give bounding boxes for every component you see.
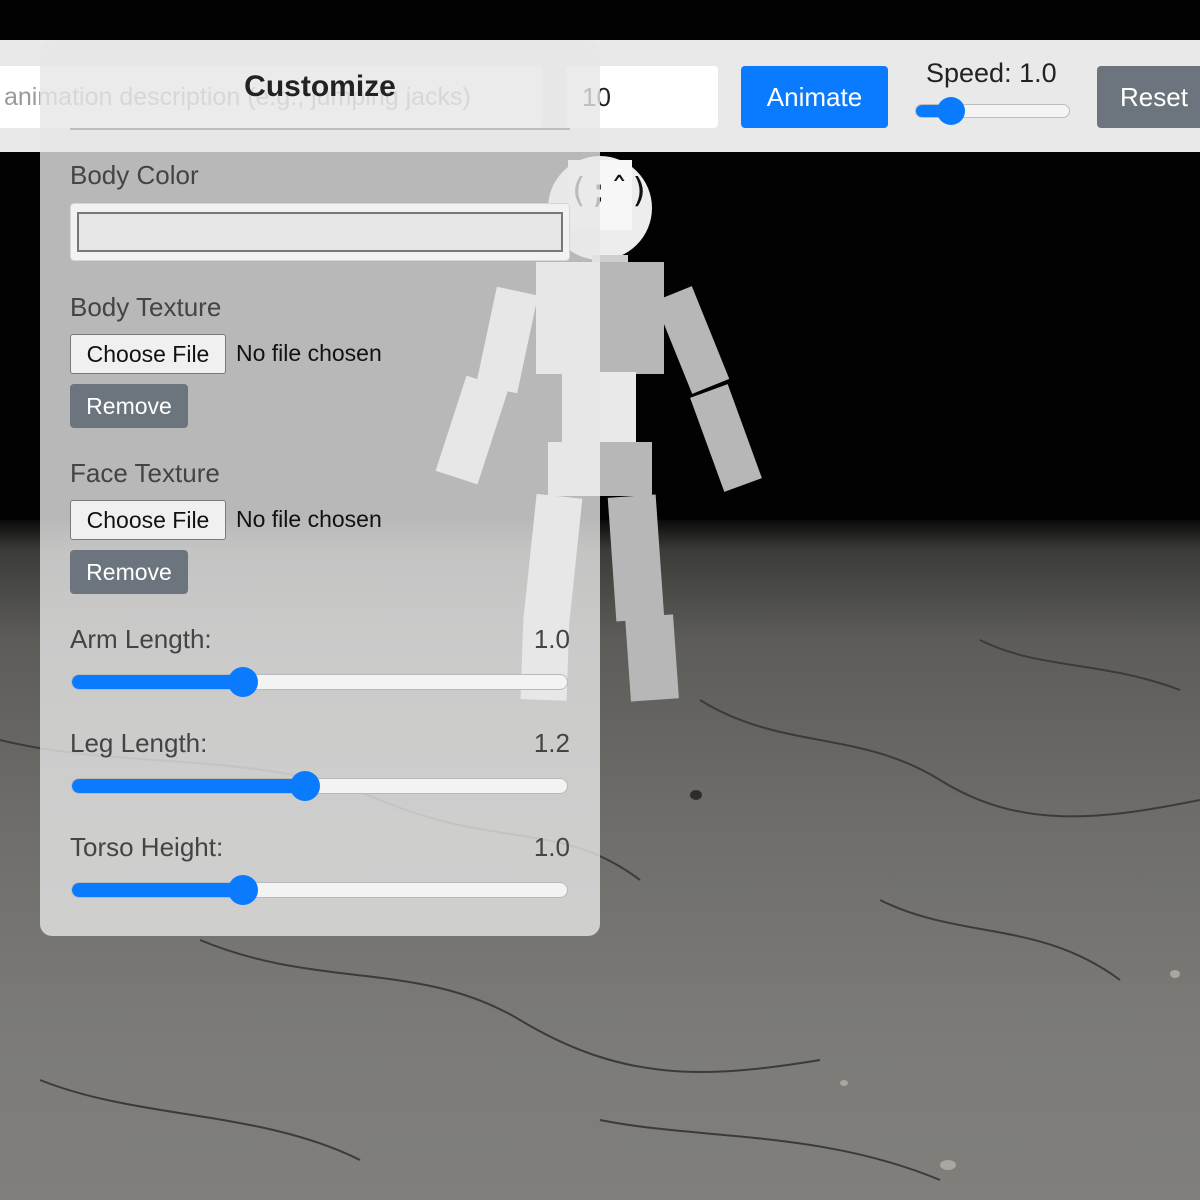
body-color-label: Body Color <box>70 160 199 190</box>
robot-right-thigh <box>607 494 665 622</box>
body-texture-file-status: No file chosen <box>236 340 382 366</box>
body-color-picker[interactable] <box>70 203 570 261</box>
title-divider <box>70 128 570 130</box>
arm-length-slider-fill <box>72 675 243 689</box>
leg-length-slider-fill <box>72 779 305 793</box>
leg-length-label: Leg Length: <box>70 728 208 758</box>
arm-length-value: 1.0 <box>533 624 570 654</box>
face-texture-label: Face Texture <box>70 458 220 488</box>
arm-length-label: Arm Length: <box>70 624 212 654</box>
torso-height-slider[interactable] <box>71 875 568 905</box>
robot-right-upper-arm <box>654 286 730 394</box>
speed-slider[interactable] <box>915 97 1070 125</box>
body-color-swatch <box>77 212 563 252</box>
torso-height-label: Torso Height: <box>70 832 224 862</box>
customize-panel: Customize Body Color Body Texture Choose… <box>40 40 600 936</box>
torso-height-value: 1.0 <box>533 832 570 862</box>
robot-hips-side <box>600 442 652 496</box>
torso-height-slider-fill <box>72 883 243 897</box>
leg-length-slider[interactable] <box>71 771 568 801</box>
panel-title: Customize <box>244 70 396 103</box>
animate-button[interactable]: Animate <box>741 66 888 128</box>
arm-length-slider[interactable] <box>71 667 568 697</box>
robot-right-shin <box>625 614 679 702</box>
robot-right-forearm <box>690 384 762 492</box>
speed-label: Speed: 1.0 <box>926 58 1057 88</box>
robot-chest-side <box>600 262 664 374</box>
leg-length-slider-thumb[interactable] <box>289 771 320 801</box>
body-texture-remove-button[interactable]: Remove <box>70 384 188 428</box>
body-texture-label: Body Texture <box>70 292 222 322</box>
torso-height-slider-thumb[interactable] <box>227 875 258 905</box>
reset-button[interactable]: Reset <box>1097 66 1200 128</box>
face-texture-remove-button[interactable]: Remove <box>70 550 188 594</box>
body-texture-choose-file-button[interactable]: Choose File <box>70 334 226 374</box>
face-texture-choose-file-button[interactable]: Choose File <box>70 500 226 540</box>
face-texture-file-status: No file chosen <box>236 506 382 532</box>
arm-length-slider-thumb[interactable] <box>227 667 258 697</box>
leg-length-value: 1.2 <box>533 728 570 758</box>
speed-slider-thumb[interactable] <box>937 97 966 125</box>
